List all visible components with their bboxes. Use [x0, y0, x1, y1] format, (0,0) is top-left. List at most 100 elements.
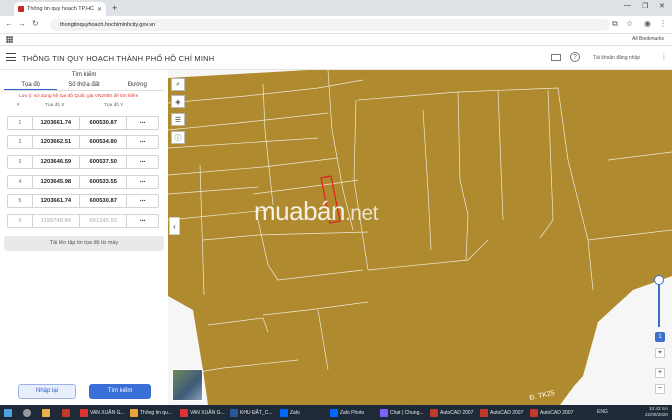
row-menu-button[interactable]: ... — [126, 195, 158, 207]
all-bookmarks-link[interactable]: All Bookmarks — [632, 36, 664, 42]
x-coordinate-field[interactable]: 1199748.84 — [31, 215, 79, 227]
zoom-out-button[interactable]: − — [655, 384, 665, 394]
x-coordinate-field[interactable]: 1203646.59 — [31, 156, 79, 168]
reset-button[interactable]: Nhập lại — [18, 384, 76, 399]
map-search-icon[interactable]: ⌕ — [171, 78, 185, 91]
translate-icon[interactable]: ⧉ — [612, 19, 618, 29]
browser-tab-bar: Thông tin quy hoạch TP.HCM ✕ + — ❐ ✕ — [0, 0, 672, 16]
info-icon[interactable]: ⓘ — [171, 131, 185, 144]
column-header-y: Tọa độ Y — [104, 103, 124, 108]
close-tab-icon[interactable]: ✕ — [97, 6, 102, 13]
media-icon[interactable] — [62, 407, 70, 418]
y-coordinate-field[interactable]: 600534.80 — [79, 136, 126, 148]
hamburger-menu-icon[interactable] — [6, 53, 16, 61]
taskbar-item[interactable]: KHU ĐẤT_C... — [230, 407, 273, 418]
x-coordinate-field[interactable]: 1203645.98 — [31, 176, 79, 188]
close-window-icon[interactable]: ✕ — [659, 2, 665, 10]
coordinate-row: 6 1199748.84 651245.92 ... — [7, 214, 159, 228]
bookmark-star-icon[interactable]: ☆ — [626, 19, 633, 28]
url-text: thongtinquyhoach.hochiminhcity.gov.vn — [60, 22, 156, 28]
browser-tab[interactable]: Thông tin quy hoạch TP.HCM ✕ — [14, 2, 106, 16]
row-menu-button[interactable]: ... — [126, 136, 158, 148]
y-coordinate-field[interactable]: 600530.87 — [79, 117, 126, 129]
coordinate-note: Lưu ý: sử dụng hệ tọa độ Quốc gia VN2000… — [19, 94, 139, 99]
taskbar-item[interactable]: Zalo — [280, 407, 300, 418]
help-icon[interactable]: ? — [570, 52, 580, 62]
coordinate-row: 1 1203661.74 600530.87 ... — [7, 116, 159, 130]
new-tab-icon[interactable]: + — [112, 2, 117, 14]
y-coordinate-field[interactable]: 600533.55 — [79, 176, 126, 188]
site-favicon-icon — [18, 6, 24, 12]
list-icon[interactable]: ☰ — [171, 113, 185, 126]
taskbar-item-label: AutoCAD 2007 — [540, 409, 574, 416]
column-header-x: Tọa độ X — [45, 103, 65, 108]
x-coordinate-field[interactable]: 1203662.51 — [31, 136, 79, 148]
x-coordinate-field[interactable]: 1203661.74 — [31, 117, 79, 129]
search-taskbar-icon[interactable] — [23, 407, 31, 418]
login-link[interactable]: Tài khoản đăng nhập — [593, 55, 640, 61]
y-coordinate-field[interactable]: 600537.50 — [79, 156, 126, 168]
column-header-index: # — [17, 103, 20, 108]
row-menu-button[interactable]: ... — [126, 215, 158, 227]
zoom-level-badge: 1 — [655, 332, 665, 342]
taskbar-item-label: Thông tin qu... — [140, 409, 172, 416]
taskbar-item[interactable]: Zalo Photo — [330, 407, 364, 418]
parcel-map: Đ. TK25 — [168, 70, 672, 405]
watermark-suffix: .net — [344, 202, 379, 225]
browser-menu-icon[interactable]: ⋮ — [659, 19, 667, 28]
taskbar-item-label: Chat | Chung... — [390, 409, 424, 416]
locate-icon[interactable]: ⌖ — [655, 348, 665, 358]
minimize-icon[interactable]: — — [624, 2, 631, 9]
row-menu-button[interactable]: ... — [126, 176, 158, 188]
search-button[interactable]: Tìm kiếm — [89, 384, 151, 399]
taskbar-item[interactable]: AutoCAD 2007 — [430, 407, 473, 418]
taskbar-item[interactable]: AutoCAD 2007 — [530, 407, 573, 418]
map-canvas[interactable]: Đ. TK25 — [168, 70, 672, 405]
back-icon[interactable]: ← — [5, 19, 13, 28]
mail-icon[interactable] — [551, 54, 561, 61]
app-header: THÔNG TIN QUY HOẠCH THÀNH PHỐ HỒ CHÍ MIN… — [0, 46, 672, 70]
row-menu-button[interactable]: ... — [126, 117, 158, 129]
url-input[interactable]: thongtinquyhoach.hochiminhcity.gov.vn — [50, 19, 610, 31]
explorer-icon[interactable] — [42, 407, 50, 418]
x-coordinate-field[interactable]: 1203661.74 — [31, 195, 79, 207]
maximize-icon[interactable]: ❐ — [642, 2, 648, 10]
taskbar-item[interactable]: VAN XUÂN G... — [80, 407, 125, 418]
taskbar-item-label: Zalo — [290, 409, 300, 416]
upload-coordinates-button[interactable]: Tải lên tập tin tọa độ từ máy — [4, 236, 164, 251]
basemap-thumbnail[interactable] — [172, 369, 203, 401]
tab-street[interactable]: Đường — [111, 80, 164, 90]
language-indicator[interactable]: ENG — [597, 409, 608, 415]
taskbar-item[interactable]: AutoCAD 2007 — [480, 407, 523, 418]
y-coordinate-field[interactable]: 600530.87 — [79, 195, 126, 207]
row-index: 1 — [18, 120, 22, 126]
taskbar-item-label: VAN XUÂN G... — [90, 409, 125, 416]
tab-parcel-number[interactable]: Số thửa đất — [57, 80, 110, 90]
apps-grid-icon[interactable] — [6, 36, 13, 43]
start-icon[interactable] — [4, 407, 12, 418]
y-coordinate-field[interactable]: 651245.92 — [79, 215, 126, 227]
zoom-in-button[interactable]: + — [655, 368, 665, 378]
browser-tab-title: Thông tin quy hoạch TP.HCM — [27, 6, 94, 12]
taskbar-item-label: VAN XUÂN G... — [190, 409, 225, 416]
row-menu-button[interactable]: ... — [126, 156, 158, 168]
forward-icon[interactable]: → — [18, 19, 26, 28]
taskbar-item[interactable]: VAN XUÂN G... — [180, 407, 225, 418]
profile-icon[interactable]: ◉ — [644, 19, 651, 28]
row-index: 2 — [18, 139, 22, 145]
layers-icon[interactable]: ◈ — [171, 95, 185, 108]
taskbar-item[interactable]: Thông tin qu... — [130, 407, 172, 418]
coordinate-row: 3 1203646.59 600537.50 ... — [7, 155, 159, 169]
reload-icon[interactable]: ↻ — [32, 19, 39, 28]
windows-taskbar: VAN XUÂN G... Thông tin qu... VAN XUÂN G… — [0, 405, 672, 420]
taskbar-item[interactable]: Chat | Chung... — [380, 407, 424, 418]
zoom-slider[interactable] — [654, 275, 664, 327]
more-options-icon[interactable]: ⋮ — [659, 52, 669, 62]
zoom-handle[interactable] — [654, 275, 664, 285]
collapse-panel-button[interactable]: ‹ — [169, 217, 180, 235]
coordinate-row: 2 1203662.51 600534.80 ... — [7, 135, 159, 149]
system-clock[interactable]: 10:43 SA 22/08/2020 — [645, 406, 668, 418]
taskbar-item-label: Zalo Photo — [340, 409, 365, 416]
coordinate-row: 5 1203661.74 600530.87 ... — [7, 194, 159, 208]
tab-coordinates[interactable]: Tọa độ — [4, 80, 58, 90]
